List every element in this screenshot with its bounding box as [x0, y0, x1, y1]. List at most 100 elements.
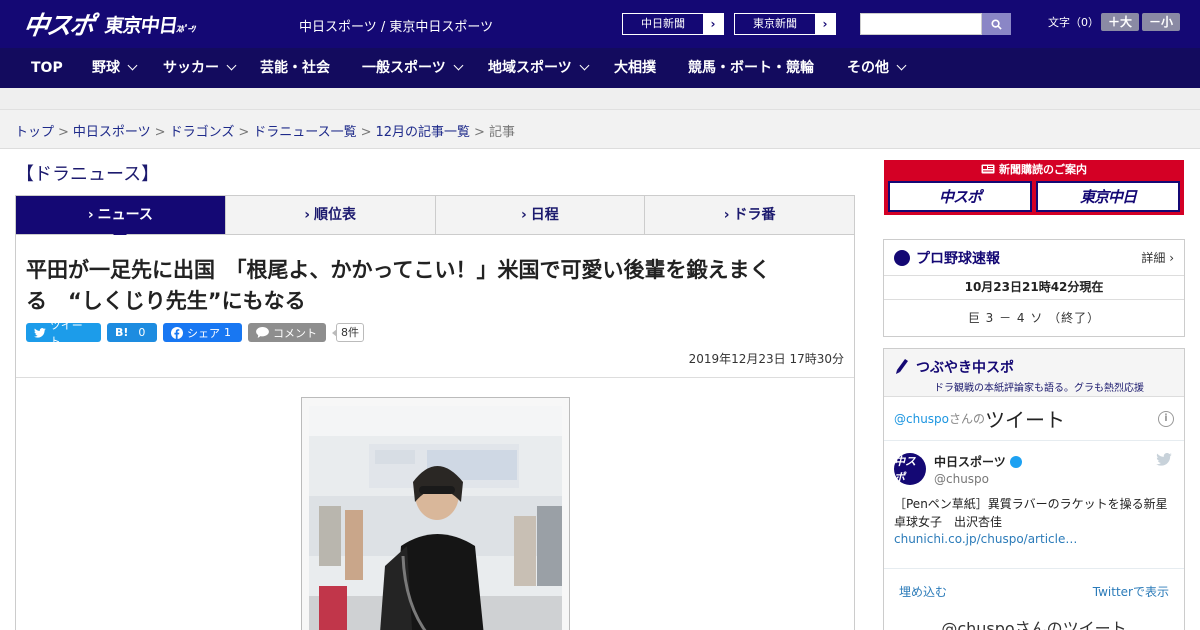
ext-link-label: 中日新聞 [641, 17, 685, 30]
ad-band [0, 88, 1200, 110]
tweet-button[interactable]: ツイート [26, 319, 101, 348]
nav-item-racing[interactable]: 競馬・ボート・競輪 [688, 48, 814, 88]
tweet-text: ［Penペン草紙］異質ラバーのラケットを操る新星 卓球女子 出沢杏佳 [894, 497, 1180, 529]
breadcrumb-link-dra-news-list[interactable]: ドラニュース一覧 [253, 125, 356, 140]
embed-link[interactable]: 埋め込む [899, 583, 947, 600]
tokyo-shimbun-link[interactable]: 東京新聞 › [734, 13, 836, 35]
nav-item-label: 野球 [92, 60, 120, 76]
timeline-bottom-title: @chuspoさんのツイート [941, 619, 1127, 630]
tab-dora-ban[interactable]: › ドラ番 [645, 196, 854, 234]
nav-item-label: その他 [847, 60, 889, 76]
breadcrumb-separator: > [58, 125, 69, 140]
nav-item-other[interactable]: その他 [847, 48, 907, 88]
tokyo-chunichi-subscribe-logo[interactable]: 東京中日 [1036, 181, 1180, 212]
tab-schedule[interactable]: › 日程 [436, 196, 646, 234]
score-detail-link[interactable]: 詳細 › [1141, 249, 1174, 266]
tweet-item[interactable]: 中スポ 中日スポーツ @chuspo ［Penペン草紙］異質ラバーのラケットを操… [884, 441, 1184, 569]
subscription-logos: 中スポ 東京中日 [888, 181, 1180, 212]
breadcrumb-link-top[interactable]: トップ [15, 125, 54, 140]
article-headline: 平田が一足先に出国 「根尾よ、かかってこい！」米国で可愛い後輩を鍛えまくる “し… [26, 258, 771, 313]
hatena-icon: B! [115, 326, 129, 339]
nav-item-entertainment[interactable]: 芸能・社会 [260, 48, 330, 88]
breadcrumb-separator: > [360, 125, 372, 140]
search-input[interactable] [860, 13, 982, 35]
published-date: 2019年12月23日 17時30分 [688, 352, 844, 366]
tab-standings[interactable]: › 順位表 [226, 196, 436, 234]
avatar[interactable]: 中スポ [894, 453, 926, 485]
score-header: プロ野球速報 詳細 › [884, 240, 1184, 276]
tab-label: ニュース [97, 207, 153, 223]
search-button[interactable] [982, 13, 1011, 35]
breadcrumb-link-chuspo[interactable]: 中日スポーツ [73, 125, 151, 140]
tab-label: 日程 [530, 207, 559, 223]
nav-item-label: 競馬・ボート・競輪 [688, 60, 814, 76]
nav-item-label: 大相撲 [614, 60, 656, 76]
info-icon[interactable]: i [1158, 410, 1174, 427]
nav-item-top[interactable]: TOP [31, 48, 63, 88]
tweet-button-label: ツイート [49, 318, 83, 348]
breadcrumb-bar: トップ > 中日スポーツ > ドラゴンズ > ドラニュース一覧 >12月の記事一覧 > 記事 [0, 110, 1200, 149]
tweet-link[interactable]: chunichi.co.jp/chuspo/article… [894, 532, 1077, 546]
nav-item-label: 芸能・社会 [260, 60, 330, 76]
chevron-right-icon: › [87, 207, 94, 223]
facebook-share-button[interactable]: シェア 1 [163, 323, 242, 342]
comment-count: 8件 [332, 323, 364, 342]
tweet-widget-header: つぶやき中スポ ドラ観戦の本紙評論家も語る。グラも熱烈応援 [884, 349, 1184, 397]
view-on-twitter-link[interactable]: Twitterで表示 [1093, 583, 1169, 600]
logo-tokyo-chunichi: 東京中日ｽﾎﾟｰﾂ [103, 14, 196, 37]
font-smaller-button[interactable]: －小 [1142, 13, 1180, 31]
comment-label: コメント [273, 326, 317, 340]
breadcrumb-link-dragons[interactable]: ドラゴンズ [170, 125, 235, 140]
nav-item-label: TOP [31, 60, 63, 76]
tab-news[interactable]: › ニュース [16, 196, 226, 241]
chunichi-shimbun-link[interactable]: 中日新聞 › [622, 13, 724, 35]
chevron-down-icon [453, 60, 464, 71]
score-title: プロ野球速報 [916, 250, 1000, 267]
chevron-right-icon: › [304, 207, 311, 223]
twitter-bird-icon[interactable] [1156, 453, 1172, 466]
site-logo[interactable]: 中スポ 東京中日ｽﾎﾟｰﾂ [22, 8, 196, 40]
breadcrumb-separator: > [474, 125, 485, 140]
tweet-author-handle[interactable]: @chuspo [934, 472, 989, 486]
timeline-handle[interactable]: @chuspoさんの [894, 410, 985, 427]
breadcrumb-separator: > [154, 125, 166, 140]
nav-item-regional-sports[interactable]: 地域スポーツ [488, 48, 590, 88]
nav-item-label: サッカー [163, 60, 219, 76]
timeline-header: @chuspoさんの ツイート i [884, 397, 1184, 441]
article: 平田が一足先に出国 「根尾よ、かかってこい！」米国で可愛い後輩を鍛えまくる “し… [15, 235, 855, 630]
breadcrumb-link-december-articles[interactable]: 12月の記事一覧 [376, 125, 471, 140]
chevron-right-icon: › [520, 207, 527, 223]
subscription-banner[interactable]: 新聞購読のご案内 中スポ 東京中日 [884, 160, 1184, 215]
ext-link-label: 東京新聞 [753, 17, 797, 30]
tweet-author-name[interactable]: 中日スポーツ [934, 453, 1022, 470]
score-line[interactable]: 巨 3 － 4 ソ （終了） [884, 300, 1184, 336]
facebook-icon [171, 326, 183, 339]
hatena-bookmark-button[interactable]: B! 0 [107, 323, 157, 342]
verified-badge-icon [1009, 456, 1022, 468]
tweet-widget-title: つぶやき中スポ [916, 360, 1014, 376]
chevron-down-icon [127, 60, 138, 71]
social-buttons: ツイート B! 0 シェア 1 コメント 8件 [26, 319, 364, 348]
font-size-label: 文字（0） [1048, 16, 1099, 29]
chevron-right-icon: › [815, 14, 835, 34]
baseball-score-widget: プロ野球速報 詳細 › 10月23日21時42分現在 巨 3 － 4 ソ （終了… [883, 239, 1185, 337]
site-title[interactable]: 中日スポーツ / 東京中日スポーツ [299, 16, 493, 35]
twitter-bird-icon [34, 327, 46, 338]
font-bigger-button[interactable]: ＋大 [1101, 13, 1139, 31]
search-box [860, 13, 1011, 35]
pen-icon [896, 359, 908, 374]
comment-button[interactable]: コメント [248, 323, 326, 342]
nav-item-soccer[interactable]: サッカー [163, 48, 237, 88]
chuspo-subscribe-logo[interactable]: 中スポ [888, 181, 1032, 212]
article-photo[interactable] [309, 406, 562, 630]
nav-item-label: 一般スポーツ [362, 60, 446, 76]
top-header: 中スポ 東京中日ｽﾎﾟｰﾂ 中日スポーツ / 東京中日スポーツ 中日新聞 › 東… [0, 0, 1200, 48]
chevron-down-icon [226, 60, 237, 71]
nav-item-general-sports[interactable]: 一般スポーツ [362, 48, 464, 88]
nav-item-sumo[interactable]: 大相撲 [614, 48, 656, 88]
timeline-title: ツイート [985, 408, 1066, 432]
tweet-widget: つぶやき中スポ ドラ観戦の本紙評論家も語る。グラも熱烈応援 @chuspoさんの… [883, 348, 1185, 630]
breadcrumb-separator: > [238, 125, 250, 140]
tweet-widget-subtitle: ドラ観戦の本紙評論家も語る。グラも熱烈応援 [934, 383, 1144, 394]
nav-item-baseball[interactable]: 野球 [92, 48, 138, 88]
